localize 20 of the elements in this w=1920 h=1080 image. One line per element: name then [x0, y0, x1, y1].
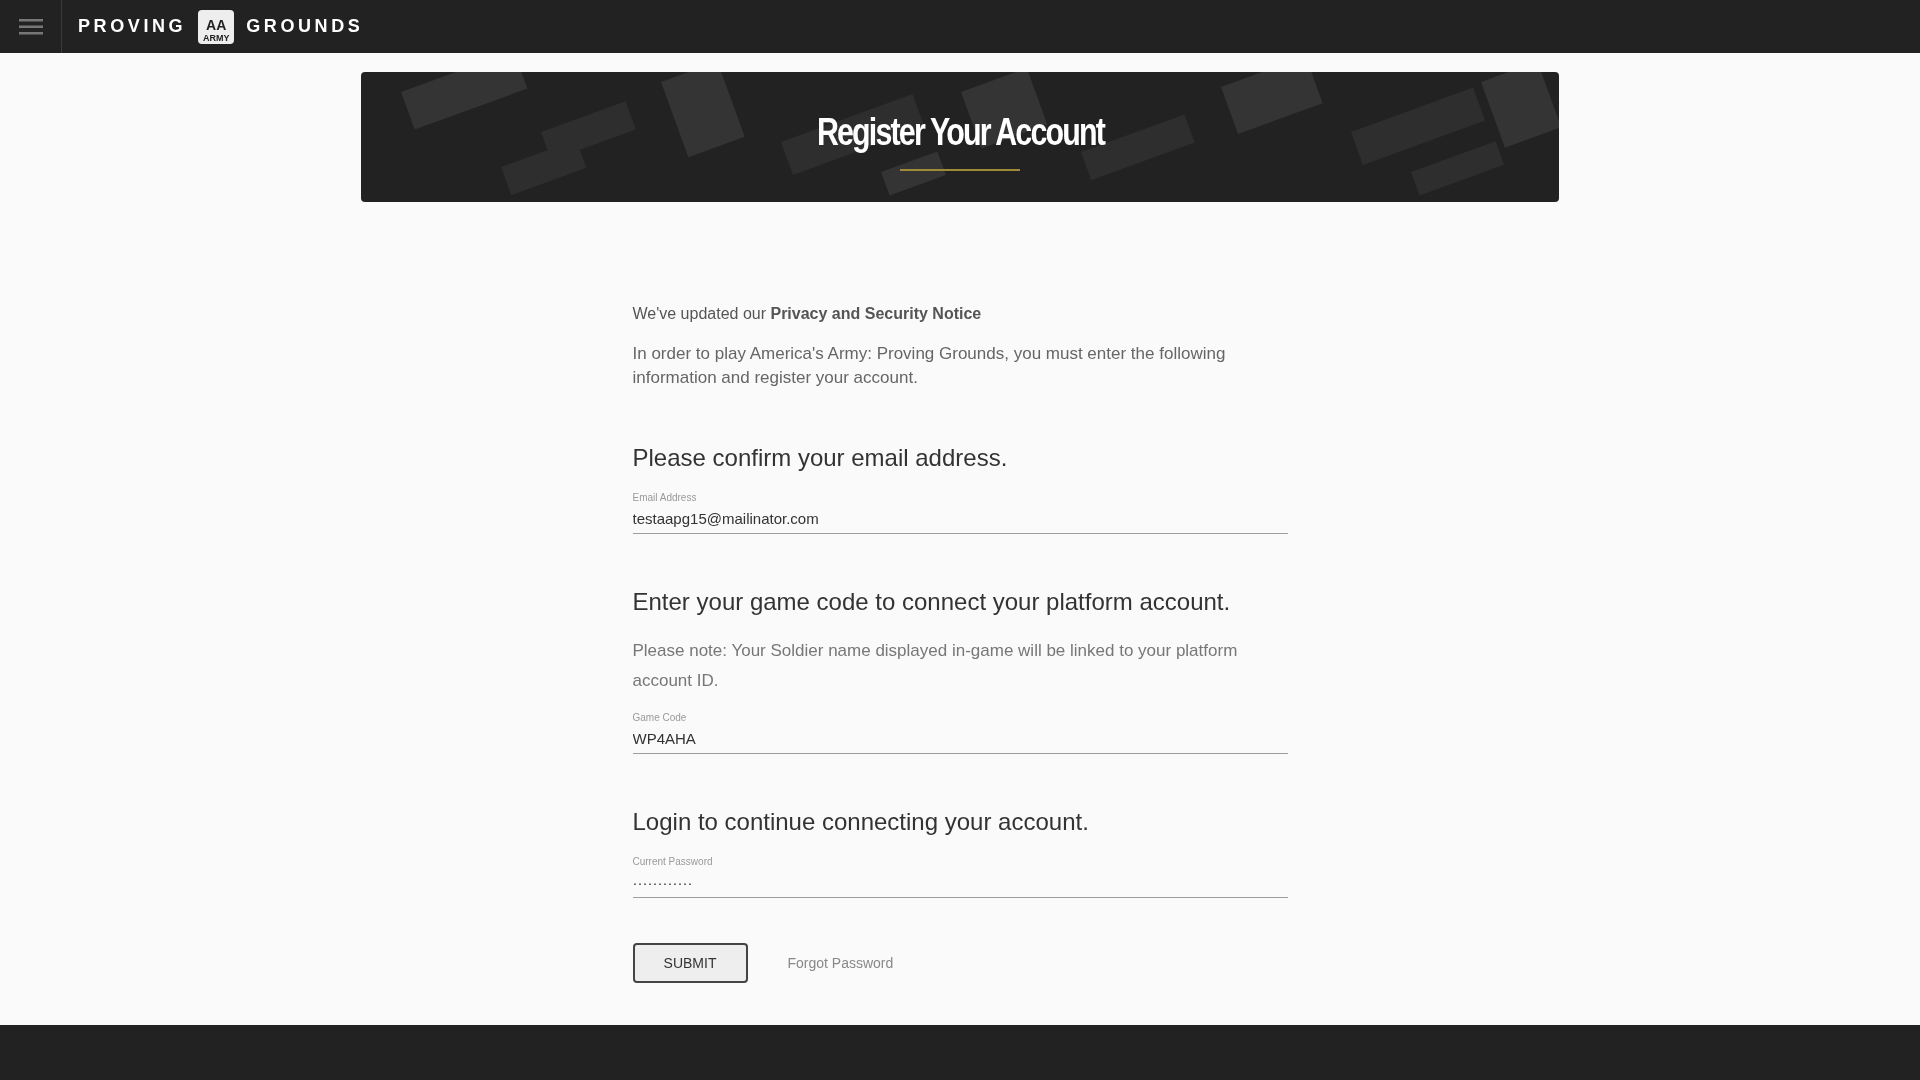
field-label: Game Code	[632, 712, 688, 724]
logo-badge-caption: ARMY	[202, 32, 230, 43]
section-heading: Login to continue connecting your account.	[632, 807, 1090, 837]
field-label: Current Password	[632, 856, 714, 868]
intro-text: In order to play America's Army: Proving Grounds, you must enter the following information and register your account.	[632, 343, 1227, 389]
section-note: Please note: Your Soldier name displayed in-game will be linked to your platform account ID.	[632, 640, 1239, 692]
page-title: Register Your Account	[816, 109, 1104, 155]
logo-badge-letters: AA	[206, 17, 227, 33]
privacy-notice: We've updated our Privacy and Security Notice	[632, 304, 983, 324]
input-field[interactable]: WP4AHA	[632, 728, 1288, 754]
input-field[interactable]: ············	[632, 872, 1288, 898]
section-heading: Enter your game code to connect your platform account.	[632, 587, 1232, 617]
field-label: Email Address	[632, 492, 698, 504]
input-field[interactable]: testaapg15@mailinator.com	[632, 508, 1288, 534]
logo-text: GROUNDS	[246, 15, 364, 38]
forgot-password-link[interactable]: Forgot Password	[787, 952, 894, 974]
menu-icon[interactable]	[18, 17, 43, 36]
logo-text: PROVING	[78, 15, 187, 38]
submit-button[interactable]: SUBMIT	[632, 943, 748, 983]
section-heading: Please confirm your email address.	[632, 443, 1009, 473]
